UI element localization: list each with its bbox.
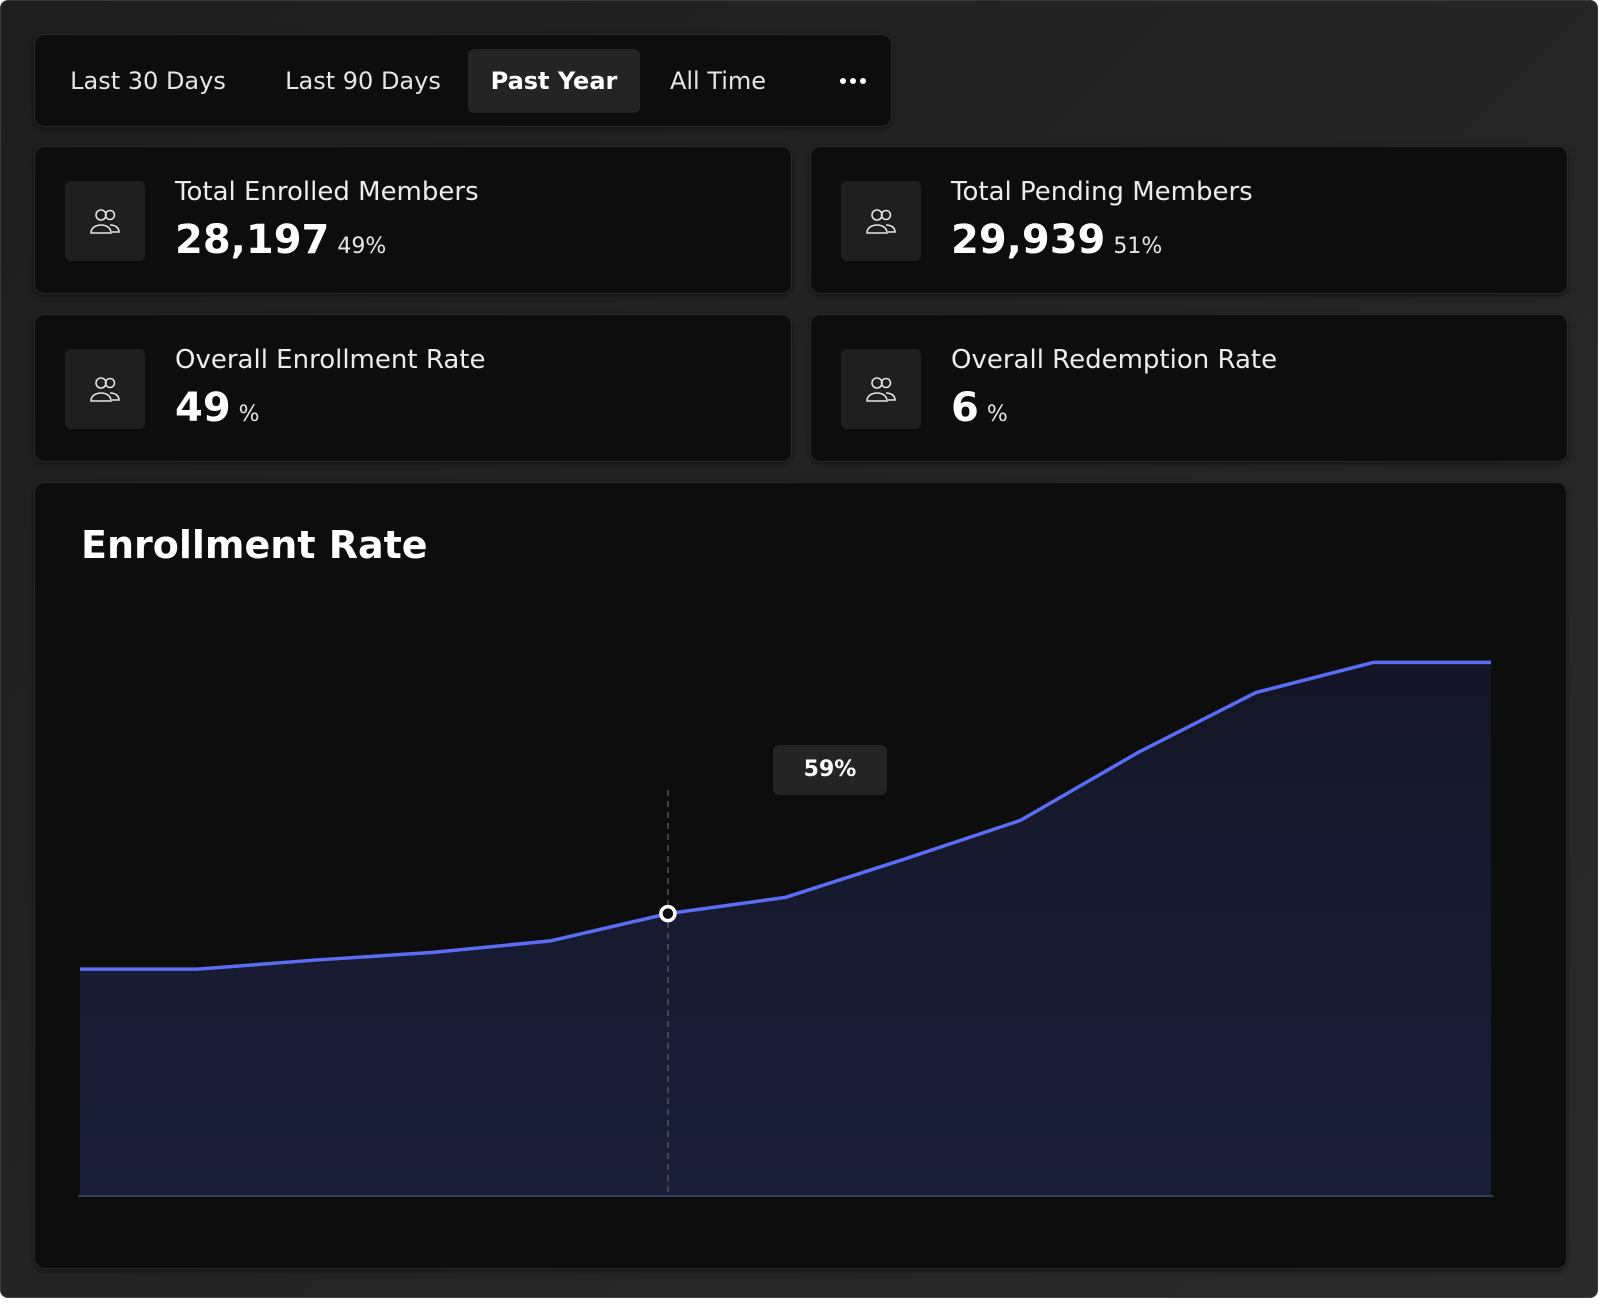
stat-card-enrollment-rate: Overall Enrollment Rate 49% [34, 314, 792, 462]
stat-card-total-pending: Total Pending Members 29,939 51% [810, 146, 1568, 294]
tab-last-90-days[interactable]: Last 90 Days [275, 49, 451, 113]
chart-tooltip: 59% [773, 745, 887, 795]
users-icon [65, 181, 145, 261]
users-icon [65, 349, 145, 429]
stat-card-total-enrolled: Total Enrolled Members 28,197 49% [34, 146, 792, 294]
chart-area-fill [80, 662, 1491, 1196]
stat-number: 29,939 [951, 217, 1106, 263]
date-range-tabs: Last 30 Days Last 90 Days Past Year All … [34, 34, 892, 127]
stat-label: Total Pending Members [951, 177, 1253, 207]
chart-highlight-point[interactable] [659, 904, 677, 923]
stat-number: 49 [175, 385, 231, 431]
stat-card-redemption-rate: Overall Redemption Rate 6% [810, 314, 1568, 462]
stat-percent: 51% [1113, 234, 1163, 259]
tab-last-30-days[interactable]: Last 30 Days [67, 49, 229, 113]
enrollment-rate-chart-card: Enrollment Rate 59% [34, 482, 1567, 1269]
enrollment-rate-chart [78, 660, 1493, 1197]
stat-unit: % [986, 402, 1008, 427]
dashboard-frame: Last 30 Days Last 90 Days Past Year All … [0, 0, 1598, 1298]
stat-label: Total Enrolled Members [175, 177, 479, 207]
users-icon [841, 349, 921, 429]
tab-all-time[interactable]: All Time [657, 49, 779, 113]
stat-percent: 49% [337, 234, 387, 259]
stat-label: Overall Enrollment Rate [175, 345, 486, 375]
stat-number: 28,197 [175, 217, 330, 263]
more-horizontal-icon[interactable] [831, 49, 875, 113]
stat-value: 6% [951, 385, 1008, 431]
stat-value: 29,939 51% [951, 217, 1162, 263]
stat-label: Overall Redemption Rate [951, 345, 1278, 375]
stat-value: 28,197 49% [175, 217, 386, 263]
stat-unit: % [238, 402, 260, 427]
tab-past-year[interactable]: Past Year [468, 49, 640, 113]
stat-value: 49% [175, 385, 260, 431]
users-icon [841, 181, 921, 261]
stat-number: 6 [951, 385, 979, 431]
